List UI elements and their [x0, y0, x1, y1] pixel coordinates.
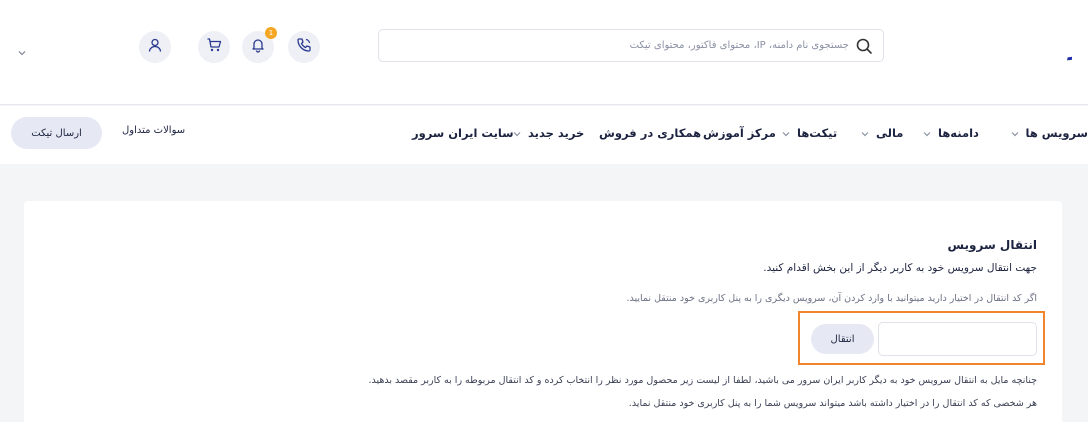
transfer-warning-text: هر شخصی که کد انتقال را در اختیار داشته …	[628, 398, 1037, 409]
faq-link[interactable]: سوالات متداول	[122, 125, 185, 136]
transfer-info-text: چنانچه مایل به انتقال سرویس خود به دیگر …	[368, 375, 1037, 386]
chevron-down-icon	[781, 128, 791, 138]
nav-iranserver-site-label: سایت ایران سرور	[412, 126, 514, 140]
user-profile-button[interactable]	[139, 31, 171, 63]
transfer-code-input[interactable]	[878, 322, 1037, 356]
nav-services[interactable]: سرویس ها	[1010, 126, 1088, 140]
nav-learning-center[interactable]: مرکز آموزش	[703, 126, 776, 140]
nav-affiliate-label: همکاری در فروش	[599, 126, 702, 140]
phone-icon	[296, 37, 312, 57]
cart-icon	[206, 37, 222, 57]
nav-new-purchase[interactable]: خرید جدید	[512, 126, 584, 140]
account-dropdown-chevron-icon[interactable]	[16, 44, 28, 56]
support-phone-button[interactable]	[288, 31, 320, 63]
cart-button[interactable]	[198, 31, 230, 63]
search-icon	[855, 37, 873, 55]
nav-services-label: سرویس ها	[1025, 126, 1088, 140]
chevron-down-icon	[860, 128, 870, 138]
top-header: ایران‌سرور 1	[0, 0, 1088, 105]
bell-icon	[250, 37, 266, 57]
nav-tickets[interactable]: تیکت‌ها	[781, 126, 837, 140]
nav-affiliate[interactable]: همکاری در فروش	[599, 126, 701, 140]
page-subtitle: جهت انتقال سرویس خود به کاربر دیگر از ای…	[763, 262, 1037, 274]
nav-new-purchase-label: خرید جدید	[528, 126, 585, 140]
search-input[interactable]	[389, 34, 849, 57]
notifications-button[interactable]: 1	[242, 27, 277, 63]
nav-learning-center-label: مرکز آموزش	[703, 126, 776, 140]
page-title: انتقال سرویس	[947, 238, 1037, 252]
chevron-down-icon	[1010, 128, 1020, 138]
transfer-code-hint: اگر کد انتقال در اختیار دارید میتوانید ب…	[626, 293, 1038, 304]
service-transfer-card: انتقال سرویس جهت انتقال سرویس خود به کار…	[24, 201, 1062, 422]
user-icon	[147, 37, 163, 57]
nav-finance[interactable]: مالی	[860, 126, 903, 140]
nav-domains[interactable]: دامنه‌ها	[922, 126, 979, 140]
send-ticket-button[interactable]: ارسال تیکت	[11, 117, 102, 149]
transfer-button[interactable]: انتقال	[811, 324, 874, 354]
nav-tickets-label: تیکت‌ها	[797, 126, 838, 140]
notification-badge: 1	[265, 27, 277, 39]
chevron-down-icon	[922, 128, 932, 138]
nav-domains-label: دامنه‌ها	[938, 126, 979, 140]
svg-text:ایران‌سرور: ایران‌سرور	[1066, 32, 1072, 61]
nav-iranserver-site[interactable]: سایت ایران سرور	[412, 126, 514, 140]
logo[interactable]: ایران‌سرور	[942, 26, 1088, 66]
search-box[interactable]	[378, 29, 884, 62]
nav-finance-label: مالی	[876, 126, 904, 140]
